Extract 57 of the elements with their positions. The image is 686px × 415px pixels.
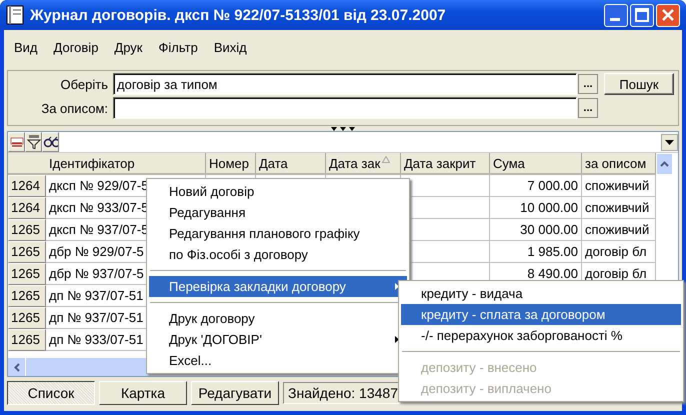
table-cell: договір бл [582,241,656,263]
filter-icon[interactable] [25,132,42,152]
close-icon [661,8,675,22]
view-tab[interactable]: Картка [99,381,187,405]
maximize-icon [635,8,649,22]
column-header[interactable]: за описом [582,153,656,175]
column-header[interactable]: Дата [256,153,326,175]
row-header[interactable]: 1265 [8,241,46,263]
table-cell: споживчий [582,219,656,241]
browse-button[interactable]: ... [578,74,598,94]
column-header[interactable]: Ідентифікатор [46,153,206,175]
window-title: Журнал договорів. дксп № 922/07-5133/01 від 23.07.2007 [30,6,447,24]
row-header[interactable]: 1265 [8,263,46,285]
table-cell: споживчий [582,175,656,197]
table-cell: споживчий [582,197,656,219]
caret-icon [14,362,20,372]
menu-item[interactable]: Фільтр [150,38,206,56]
sort-icon[interactable] [8,132,25,152]
menu-item[interactable]: Друк [106,38,150,56]
column-header[interactable]: Сума [490,153,582,175]
menu-item[interactable]: Договір [46,38,106,56]
column-header[interactable]: Номер [206,153,256,175]
menu-item[interactable]: Перевірка закладки договору [149,276,407,297]
row-header[interactable]: 1265 [8,219,46,241]
row-header[interactable]: 1264 [8,197,46,219]
column-header[interactable]: Дата закрит [401,153,490,175]
column-header[interactable]: Дата зак [326,153,401,175]
row-header[interactable]: 1265 [8,285,46,307]
row-header[interactable]: 1264 [8,175,46,197]
browse-button[interactable]: ... [578,98,598,118]
row-header[interactable]: 1265 [8,307,46,329]
book-icon [6,5,24,25]
field-label: За описом: [40,100,109,116]
dropdown-icon[interactable] [661,134,678,150]
close-button[interactable] [656,4,680,26]
search-button[interactable]: Пошук [604,73,674,95]
minimize-icon [610,18,622,22]
input-field[interactable] [113,97,577,119]
menu-item[interactable]: кредиту - сплата за договором [401,304,681,325]
maximize-button[interactable] [630,4,654,26]
minimize-button[interactable] [604,4,628,26]
scroll-up-button[interactable] [656,153,673,175]
caret-icon [660,161,669,167]
menu-item[interactable]: -/- перерахунок заборгованості % [401,325,681,346]
table-cell: 10 000.00 [490,197,582,219]
table-cell: 30 000.00 [490,219,582,241]
row-header[interactable]: 1265 [8,329,46,351]
table-cell: 1 985.00 [490,241,582,263]
field-label: Оберіть [60,76,109,92]
view-tab[interactable]: Список [7,381,95,405]
input-field[interactable]: договір за типом [113,73,577,95]
table-cell: 7 000.00 [490,175,582,197]
view-tab[interactable]: Редагувати [191,381,279,405]
splitter-grip-icon[interactable] [330,126,356,131]
binoculars-icon[interactable] [42,132,59,152]
menu-item[interactable]: Вихід [206,38,255,56]
menu-item[interactable]: Вид [6,38,46,56]
